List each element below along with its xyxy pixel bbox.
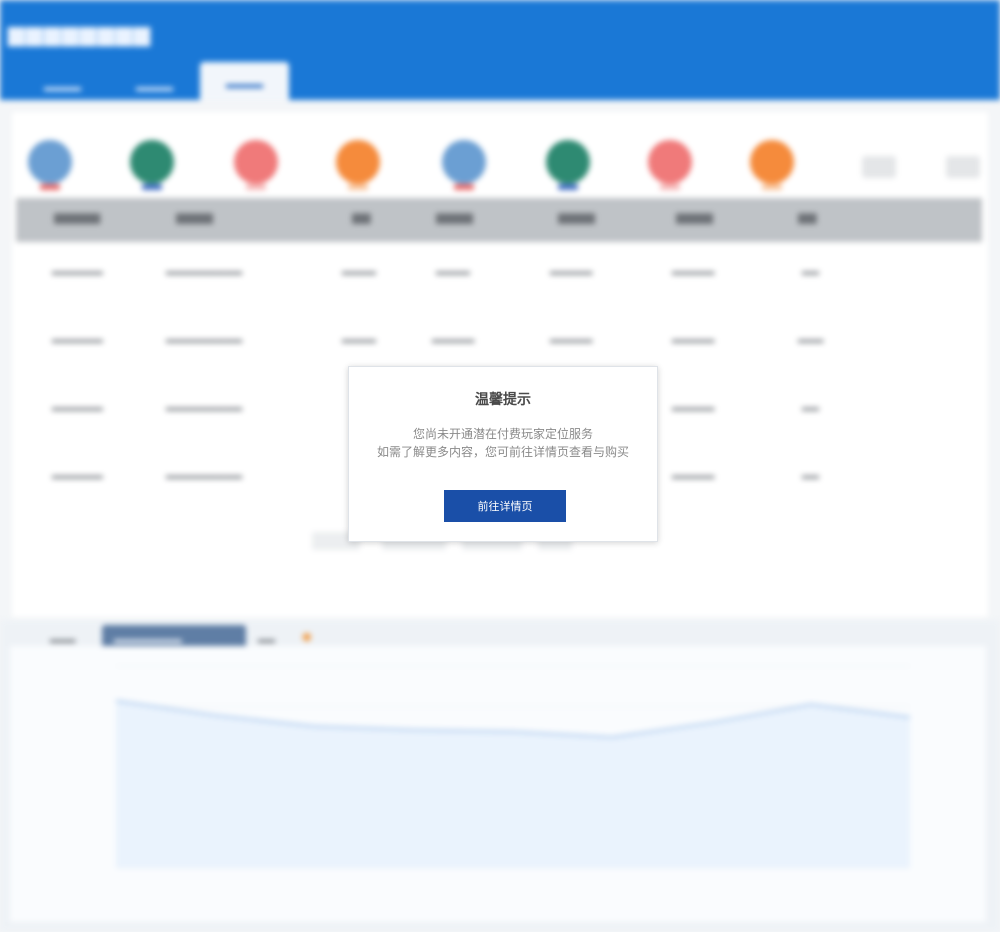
- avatar-icon[interactable]: [442, 140, 486, 190]
- avatar-icon[interactable]: [648, 140, 692, 190]
- table-cell: ▂▂▂▂▂: [550, 262, 593, 275]
- column-header: ▆▆: [798, 210, 817, 224]
- avatar-icon[interactable]: [28, 140, 72, 190]
- table-cell: ▂▂▂: [798, 330, 824, 343]
- table-cell: ▂▂▂▂: [342, 330, 376, 343]
- app-title: ▆▆▆▆▆▆▆▆: [8, 22, 152, 47]
- table-cell: ▂▂▂▂▂: [672, 262, 715, 275]
- table-cell: ▂▂▂▂▂▂▂▂▂: [166, 398, 243, 411]
- top-header: ▆▆▆▆▆▆▆▆ ▂▂▂▂ ▂▂▂▂ ▂▂▂▂: [0, 0, 1000, 100]
- table-cell: ▂▂▂▂: [436, 262, 470, 275]
- column-header: ▆▆▆▆: [676, 210, 713, 224]
- table-cell: ▂▂▂▂▂: [672, 466, 715, 479]
- header-tab-active[interactable]: ▂▂▂▂: [200, 62, 289, 100]
- table-cell: ▂▂: [802, 262, 819, 275]
- trend-section: ▂▂▂ ▂▂▂▂▂▂▂▂ ▂▂ ●: [0, 620, 1000, 932]
- column-header: ▆▆▆▆▆: [54, 210, 101, 224]
- column-header: ▆▆▆▆: [558, 210, 595, 224]
- table-cell: ▂▂▂▂▂▂: [52, 262, 103, 275]
- table-cell: ▂▂: [802, 398, 819, 411]
- header-tab-2[interactable]: ▂▂▂▂: [110, 68, 199, 100]
- trend-chart: [10, 646, 986, 922]
- next-control[interactable]: [946, 156, 980, 178]
- avatar-row: [12, 132, 988, 202]
- trend-chart-svg: [115, 665, 911, 869]
- header-tab-1[interactable]: ▂▂▂▂: [18, 68, 107, 100]
- table-cell: ▂▂▂▂▂▂: [52, 466, 103, 479]
- table-cell: ▂▂▂▂▂: [550, 330, 593, 343]
- avatar-icon[interactable]: [336, 140, 380, 190]
- table-header: ▆▆▆▆▆ ▆▆▆▆ ▆▆ ▆▆▆▆ ▆▆▆▆ ▆▆▆▆ ▆▆: [16, 198, 982, 242]
- go-to-details-button[interactable]: 前往详情页: [444, 490, 566, 522]
- avatar-icon[interactable]: [546, 140, 590, 190]
- header-tabs: ▂▂▂▂ ▂▂▂▂ ▂▂▂▂: [0, 62, 1000, 100]
- avatar-icon[interactable]: [130, 140, 174, 190]
- table-cell: ▂▂▂▂▂▂: [52, 398, 103, 411]
- table-cell: ▂▂: [802, 466, 819, 479]
- table-cell: ▂▂▂▂▂: [672, 398, 715, 411]
- table-cell: ▂▂▂▂▂▂▂▂▂: [166, 330, 243, 343]
- dialog-message-line-2: 如需了解更多内容，您可前往详情页查看与购买: [376, 445, 629, 459]
- chart-area: [116, 700, 910, 868]
- notice-dialog: 温馨提示 您尚未开通潜在付费玩家定位服务 如需了解更多内容，您可前往详情页查看与…: [348, 366, 658, 542]
- dialog-message-line-1: 您尚未开通潜在付费玩家定位服务: [412, 427, 593, 441]
- avatar-icon[interactable]: [750, 140, 794, 190]
- table-row[interactable]: ▂▂▂▂▂▂ ▂▂▂▂▂▂▂▂▂ ▂▂▂▂ ▂▂▂▂ ▂▂▂▂▂ ▂▂▂▂▂ ▂…: [16, 240, 982, 308]
- table-cell: ▂▂▂▂▂▂▂▂▂: [166, 262, 243, 275]
- column-header: ▆▆▆▆: [436, 210, 473, 224]
- table-cell: ▂▂▂▂▂: [672, 330, 715, 343]
- column-header: ▆▆: [352, 210, 371, 224]
- table-cell: ▂▂▂▂▂▂▂▂▂: [166, 466, 243, 479]
- dialog-title: 温馨提示: [475, 392, 531, 408]
- avatar-icon[interactable]: [234, 140, 278, 190]
- table-cell: ▂▂▂▂▂▂: [52, 330, 103, 343]
- column-header: ▆▆▆▆: [176, 210, 213, 224]
- table-cell: ▂▂▂▂▂: [432, 330, 475, 343]
- table-cell: ▂▂▂▂: [342, 262, 376, 275]
- prev-control[interactable]: [862, 156, 896, 178]
